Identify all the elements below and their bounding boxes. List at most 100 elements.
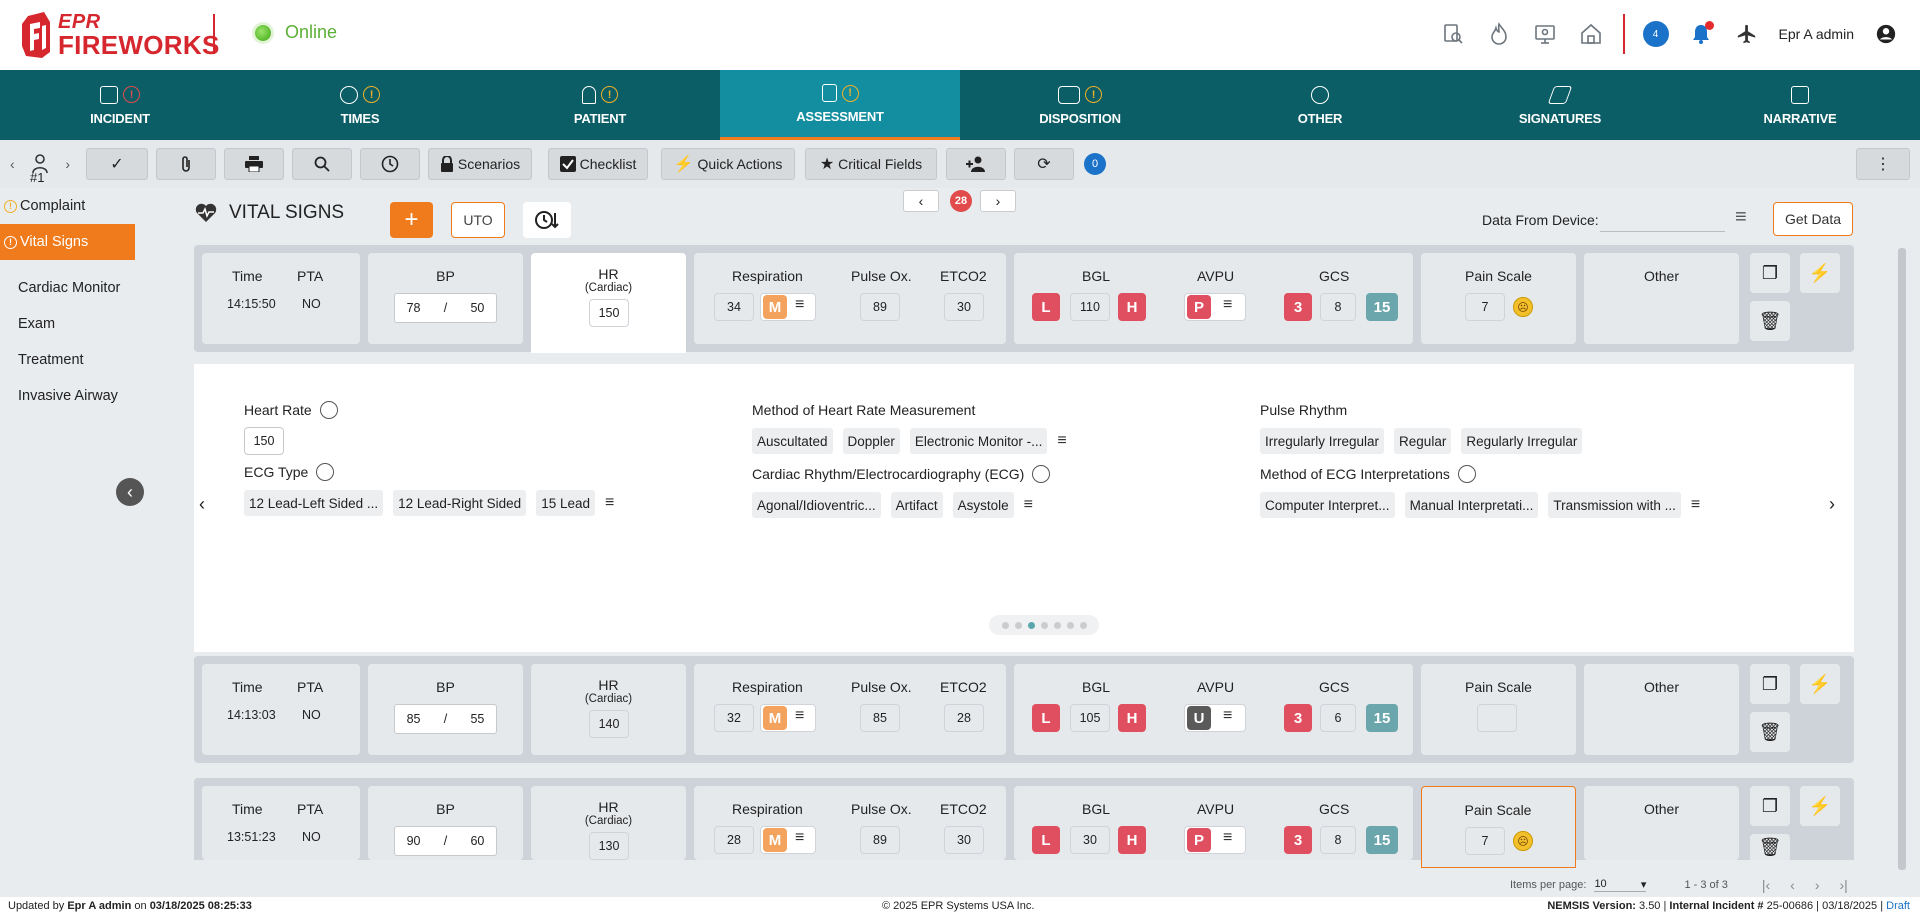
carousel-dot[interactable] <box>1053 621 1061 629</box>
sidebar-item-invasive-airway[interactable]: Invasive Airway <box>0 378 135 414</box>
get-data-button[interactable]: Get Data <box>1773 202 1853 236</box>
carousel-dot[interactable] <box>1066 621 1074 629</box>
copy-button[interactable]: ❐ <box>1750 253 1790 293</box>
carousel-prev-icon[interactable]: ‹ <box>199 494 205 515</box>
copy-button[interactable]: ❐ <box>1750 786 1790 826</box>
scrollbar-thumb[interactable] <box>1898 248 1906 870</box>
heart-rate-input[interactable]: 150 <box>244 427 284 455</box>
radio-icon[interactable] <box>1457 465 1476 483</box>
checklist-button[interactable]: Checklist <box>548 148 648 180</box>
menu-icon[interactable]: ≡ <box>1735 206 1747 229</box>
bp-input[interactable]: 85 / 55 <box>394 704 497 734</box>
sync-button[interactable]: ⟳ <box>1014 148 1074 180</box>
bp-cell[interactable]: BP 85 / 55 <box>368 664 523 755</box>
prev-record-button[interactable]: ‹ <box>903 190 939 212</box>
device-select[interactable] <box>1600 206 1725 232</box>
option-chip[interactable]: Regular <box>1394 428 1452 454</box>
menu-icon[interactable]: ≡ <box>1691 496 1700 514</box>
presentation-icon[interactable] <box>1531 20 1559 48</box>
carousel-dot[interactable] <box>1001 621 1009 629</box>
other-cell[interactable]: Other <box>1584 664 1739 755</box>
menu-icon[interactable]: ≡ <box>1223 296 1232 314</box>
menu-icon[interactable]: ≡ <box>1223 707 1232 725</box>
user-account-icon[interactable] <box>1872 20 1900 48</box>
menu-icon[interactable]: ≡ <box>1057 432 1066 450</box>
bgl-avpu-gcs-cell[interactable]: BGL AVPU GCS L 30 H P ≡ 3 8 15 <box>1014 786 1413 860</box>
respiration-value[interactable]: 28 <box>714 826 754 854</box>
respiration-value[interactable]: 34 <box>714 293 754 321</box>
radio-icon[interactable] <box>316 463 335 481</box>
gcs-verbal-value[interactable]: 6 <box>1320 704 1356 732</box>
bgl-low-chip[interactable]: L <box>1032 293 1060 321</box>
sidebar-item-vital-signs[interactable]: ! Vital Signs <box>0 224 135 260</box>
first-page-icon[interactable]: |‹ <box>1762 877 1770 893</box>
bgl-avpu-gcs-cell[interactable]: BGL AVPU GCS L 105 H U ≡ 3 6 15 <box>1014 664 1413 755</box>
pulse-ox-value[interactable]: 89 <box>860 293 900 321</box>
tab-times[interactable]: ! TIMES <box>240 70 480 140</box>
pain-scale-value[interactable]: 7 <box>1465 293 1505 321</box>
delete-button[interactable]: 🗑 <box>1750 834 1790 860</box>
quick-action-button[interactable]: ⚡ <box>1800 253 1840 293</box>
pain-scale-value[interactable]: 7 <box>1465 827 1505 855</box>
option-chip[interactable]: 12 Lead-Right Sided <box>393 490 527 516</box>
quick-action-button[interactable]: ⚡ <box>1800 664 1840 704</box>
bp-input[interactable]: 78 / 50 <box>394 293 497 323</box>
more-options-button[interactable]: ⋮ <box>1856 148 1910 180</box>
bgl-value[interactable]: 110 <box>1070 293 1110 321</box>
scenarios-button[interactable]: Scenarios <box>428 148 532 180</box>
avpu-select[interactable]: P ≡ <box>1184 293 1246 321</box>
menu-icon[interactable]: ≡ <box>795 829 804 847</box>
notification-count-badge[interactable]: 0 <box>1084 153 1106 175</box>
other-cell[interactable]: Other <box>1584 786 1739 860</box>
carousel-dot[interactable] <box>1027 621 1035 629</box>
option-chip[interactable]: Regularly Irregular <box>1461 428 1583 454</box>
respiration-cell[interactable]: Respiration Pulse Ox. ETCO2 34 M ≡ 89 30 <box>694 253 1006 344</box>
menu-icon[interactable]: ≡ <box>605 494 614 512</box>
quick-action-button[interactable]: ⚡ <box>1800 786 1840 826</box>
quick-actions-button[interactable]: ⚡ Quick Actions <box>661 148 795 180</box>
respiration-quality[interactable]: M ≡ <box>760 826 816 854</box>
tab-assessment[interactable]: ! ASSESSMENT <box>720 70 960 140</box>
other-cell[interactable]: Other <box>1584 253 1739 344</box>
gcs-verbal-value[interactable]: 8 <box>1320 293 1356 321</box>
respiration-value[interactable]: 32 <box>714 704 754 732</box>
avpu-select[interactable]: U ≡ <box>1184 704 1246 732</box>
menu-icon[interactable]: ≡ <box>795 707 804 725</box>
bgl-value[interactable]: 105 <box>1070 704 1110 732</box>
search-button[interactable] <box>292 148 352 180</box>
bgl-low-chip[interactable]: L <box>1032 826 1060 854</box>
bgl-high-chip[interactable]: H <box>1118 826 1146 854</box>
gcs-total-chip[interactable]: 15 <box>1366 704 1398 732</box>
bp-cell[interactable]: BP 78 / 50 <box>368 253 523 344</box>
time-sort-button[interactable] <box>523 202 571 238</box>
radio-icon[interactable] <box>1032 465 1051 483</box>
next-page-icon[interactable]: › <box>1815 877 1820 893</box>
sidebar-item-treatment[interactable]: Treatment <box>0 342 135 378</box>
attach-button[interactable] <box>156 148 216 180</box>
gcs-eye-chip[interactable]: 3 <box>1284 293 1312 321</box>
bgl-value[interactable]: 30 <box>1070 826 1110 854</box>
menu-icon[interactable]: ≡ <box>1024 496 1033 514</box>
history-button[interactable] <box>360 148 420 180</box>
option-chip[interactable]: Irregularly Irregular <box>1260 428 1385 454</box>
critical-fields-button[interactable]: ★ Critical Fields <box>805 148 937 180</box>
tab-narrative[interactable]: NARRATIVE <box>1680 70 1920 140</box>
airplane-icon[interactable] <box>1733 20 1761 48</box>
pulse-ox-value[interactable]: 85 <box>860 704 900 732</box>
next-record-button[interactable]: › <box>980 190 1016 212</box>
patient-selector[interactable]: ‹ › #1 <box>10 144 70 185</box>
delete-button[interactable]: 🗑 <box>1750 712 1790 752</box>
option-chip[interactable]: Computer Interpret... <box>1260 492 1395 518</box>
print-button[interactable] <box>224 148 284 180</box>
menu-icon[interactable]: ≡ <box>795 296 804 314</box>
pulse-ox-value[interactable]: 89 <box>860 826 900 854</box>
next-patient-icon[interactable]: › <box>65 156 70 172</box>
tab-other[interactable]: OTHER <box>1200 70 1440 140</box>
hr-cell[interactable]: HR (Cardiac) 130 <box>531 786 686 860</box>
last-page-icon[interactable]: ›| <box>1840 877 1848 893</box>
tab-signatures[interactable]: SIGNATURES <box>1440 70 1680 140</box>
gcs-total-chip[interactable]: 15 <box>1366 826 1398 854</box>
uto-button[interactable]: UTO <box>451 202 505 238</box>
add-vital-button[interactable]: + <box>390 202 433 238</box>
hr-value[interactable]: 150 <box>589 299 629 327</box>
